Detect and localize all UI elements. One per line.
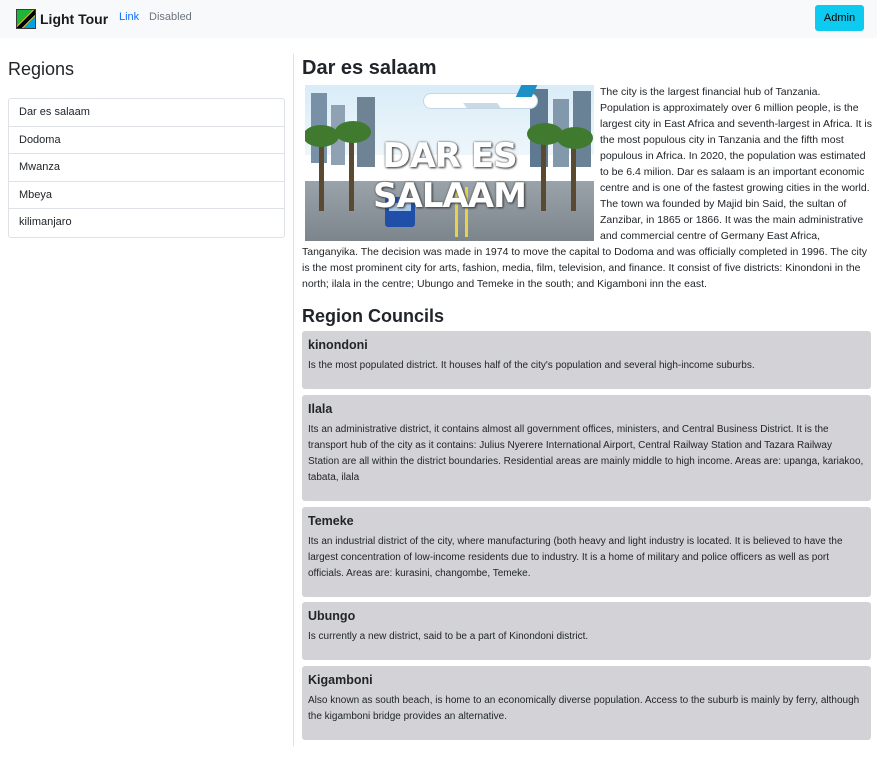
city-image: DAR ES SALAAM (305, 85, 594, 241)
council-name: Ilala (308, 402, 333, 416)
region-item-dodoma[interactable]: Dodoma (9, 127, 284, 155)
region-list: Dar es salaam Dodoma Mwanza Mbeya kilima… (8, 98, 285, 238)
nav-link-disabled: Disabled (149, 11, 192, 23)
council-description: Is currently a new district, said to be … (308, 631, 589, 642)
council-card-temeke: Temeke Its an industrial district of the… (302, 507, 871, 597)
councils-title: Region Councils (302, 306, 445, 326)
tanzania-flag-icon (16, 9, 36, 29)
navbar: Light Tour Link Disabled Admin (0, 0, 877, 38)
council-name: kinondoni (308, 338, 368, 352)
regions-title: Regions (8, 59, 75, 79)
brand-name: Light Tour (40, 11, 109, 27)
council-card-kigamboni: Kigamboni Also known as south beach, is … (302, 666, 871, 740)
council-name: Kigamboni (308, 673, 373, 687)
council-name: Temeke (308, 514, 354, 528)
council-card-kinondoni: kinondoni Is the most populated district… (302, 331, 871, 389)
image-caption: DAR ES SALAAM (373, 136, 527, 216)
council-card-ilala: Ilala Its an administrative district, it… (302, 395, 871, 501)
region-item-mbeya[interactable]: Mbeya (9, 182, 284, 210)
brand-link[interactable]: Light Tour (16, 8, 108, 30)
council-card-ubungo: Ubungo Is currently a new district, said… (302, 602, 871, 660)
city-description-block: DAR ES SALAAM The city is the largest fi… (302, 84, 872, 292)
admin-button[interactable]: Admin (815, 5, 864, 31)
region-item-dar-es-salaam[interactable]: Dar es salaam (9, 99, 284, 127)
vertical-divider (293, 54, 294, 746)
region-item-kilimanjaro[interactable]: kilimanjaro (9, 209, 284, 237)
nav-link[interactable]: Link (119, 11, 139, 23)
council-description: Also known as south beach, is home to an… (308, 695, 860, 722)
council-name: Ubungo (308, 609, 356, 623)
city-title: Dar es salaam (302, 57, 437, 79)
council-description: Is the most populated district. It house… (308, 360, 755, 371)
region-item-mwanza[interactable]: Mwanza (9, 154, 284, 182)
council-description: Its an administrative district, it conta… (308, 424, 864, 483)
council-description: Its an industrial district of the city, … (308, 536, 843, 579)
